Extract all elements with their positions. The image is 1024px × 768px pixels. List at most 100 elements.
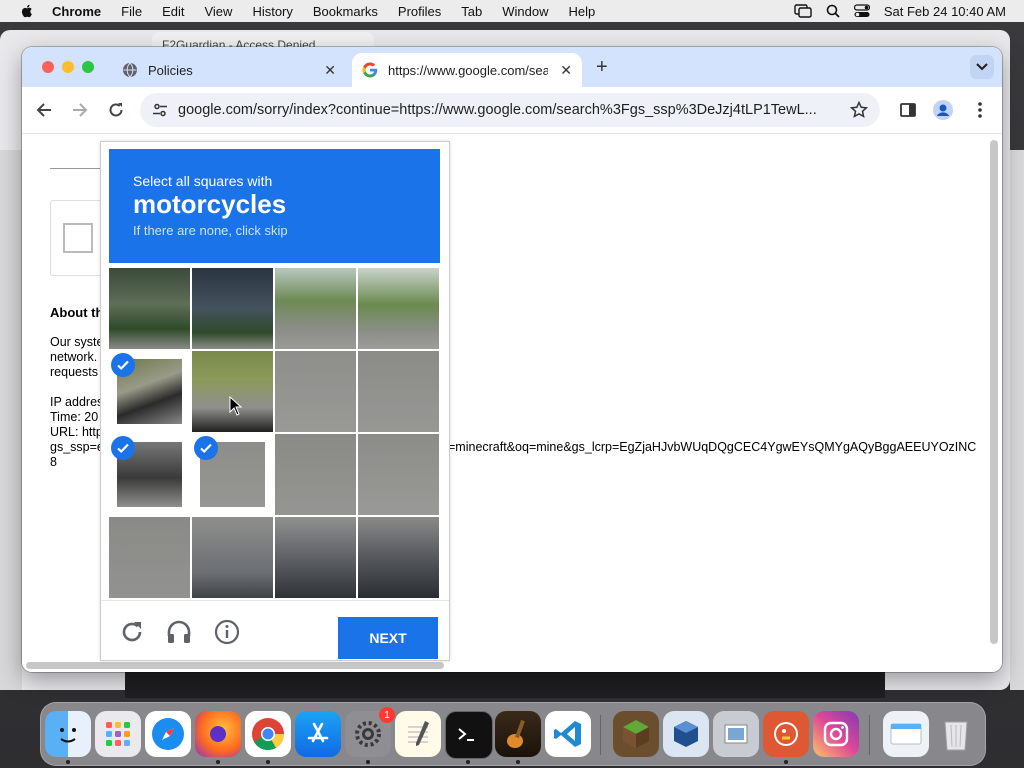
menu-bookmarks[interactable]: Bookmarks: [313, 4, 378, 19]
background-window-scrollbar: [1010, 150, 1024, 690]
horizontal-scrollbar[interactable]: [26, 662, 444, 669]
page-line: Our syste: [50, 335, 104, 349]
tab-search-button[interactable]: [970, 55, 994, 79]
instruction-text: Select all squares with: [133, 173, 273, 189]
google-icon: [362, 62, 378, 78]
back-button[interactable]: [34, 100, 54, 120]
web-page: About th Our syste network. requests IP …: [22, 134, 1002, 672]
instagram-icon[interactable]: [813, 711, 859, 757]
virtualbox-icon[interactable]: [663, 711, 709, 757]
minecraft-icon[interactable]: [613, 711, 659, 757]
textedit-icon[interactable]: [395, 711, 441, 757]
chrome-app-icon[interactable]: [245, 711, 291, 757]
menu-file[interactable]: File: [121, 4, 142, 19]
launchpad-icon[interactable]: [95, 711, 141, 757]
system-settings-icon[interactable]: 1: [345, 707, 395, 757]
about-heading: About th: [50, 305, 104, 320]
bookmark-star-icon[interactable]: [850, 101, 868, 119]
finder-icon[interactable]: [45, 711, 91, 757]
zoom-window-button[interactable]: [82, 61, 94, 73]
menu-view[interactable]: View: [204, 4, 232, 19]
image-tile[interactable]: [358, 351, 439, 432]
running-indicator: [516, 760, 520, 764]
address-bar[interactable]: google.com/sorry/index?continue=https://…: [140, 93, 880, 127]
close-window-button[interactable]: [42, 61, 54, 73]
skip-hint: If there are none, click skip: [133, 223, 288, 238]
image-tile[interactable]: [358, 268, 439, 349]
close-tab-icon[interactable]: ✕: [560, 62, 572, 79]
reload-button[interactable]: [106, 100, 126, 120]
menu-profiles[interactable]: Profiles: [398, 4, 441, 19]
tile-image: [109, 517, 190, 598]
checkmark-icon: [194, 436, 218, 460]
reload-icon[interactable]: [119, 619, 145, 645]
profile-button[interactable]: [933, 100, 953, 120]
screen-mirroring-icon[interactable]: [794, 4, 812, 18]
running-indicator: [66, 760, 70, 764]
image-tile[interactable]: [192, 434, 273, 515]
next-button[interactable]: NEXT: [338, 617, 438, 659]
menu-edit[interactable]: Edit: [162, 4, 184, 19]
image-tile[interactable]: [275, 434, 356, 515]
image-tile[interactable]: [109, 517, 190, 598]
image-tile[interactable]: [192, 351, 273, 432]
downloads-icon[interactable]: [883, 711, 929, 757]
more-vert-icon: [978, 102, 982, 118]
close-tab-icon[interactable]: ✕: [324, 62, 336, 79]
new-tab-button[interactable]: +: [596, 57, 608, 77]
headphones-icon[interactable]: [166, 619, 192, 645]
chevron-down-icon: [976, 63, 988, 71]
terminal-icon[interactable]: [445, 711, 493, 759]
menu-help[interactable]: Help: [569, 4, 596, 19]
garageband-icon[interactable]: [495, 711, 541, 757]
control-center-icon[interactable]: [853, 4, 870, 18]
spotlight-search-icon[interactable]: [826, 4, 840, 18]
image-tile[interactable]: [275, 268, 356, 349]
vertical-scrollbar[interactable]: [990, 140, 998, 644]
menu-bar-clock[interactable]: Sat Feb 24 10:40 AM: [884, 4, 1006, 19]
minimize-window-button[interactable]: [62, 61, 74, 73]
image-tile[interactable]: [109, 434, 190, 515]
duckduckgo-icon[interactable]: [763, 711, 809, 757]
image-tile[interactable]: [109, 268, 190, 349]
menu-history[interactable]: History: [252, 4, 292, 19]
arrow-right-icon: [73, 103, 88, 117]
forward-button[interactable]: [70, 100, 90, 120]
tab-policies[interactable]: Policies ✕: [112, 53, 346, 87]
menu-app-name[interactable]: Chrome: [52, 4, 101, 19]
tab-strip: Policies ✕ https://www.google.com/sear ✕…: [22, 47, 1002, 87]
menu-window[interactable]: Window: [502, 4, 548, 19]
site-settings-icon[interactable]: [152, 102, 168, 118]
vscode-icon[interactable]: [545, 711, 591, 757]
apple-icon[interactable]: [20, 4, 34, 18]
image-tile[interactable]: [109, 351, 190, 432]
challenge-header: Select all squares with motorcycles If t…: [109, 149, 440, 263]
preview-icon[interactable]: [713, 711, 759, 757]
menu-bar: Chrome File Edit View History Bookmarks …: [0, 0, 1024, 22]
app-store-icon[interactable]: [295, 711, 341, 757]
tab-google[interactable]: https://www.google.com/sear ✕: [352, 53, 582, 87]
info-icon[interactable]: [214, 619, 240, 645]
page-line: network.: [50, 350, 98, 364]
chrome-menu-button[interactable]: [970, 100, 990, 120]
firefox-icon[interactable]: [195, 711, 241, 757]
menu-tab[interactable]: Tab: [461, 4, 482, 19]
notification-badge: 1: [379, 707, 395, 723]
image-tile[interactable]: [358, 517, 439, 598]
trash-icon[interactable]: [933, 711, 979, 757]
side-panel-icon: [900, 103, 916, 117]
checkmark-icon: [111, 436, 135, 460]
image-tile[interactable]: [192, 268, 273, 349]
recaptcha-checkbox[interactable]: [63, 223, 93, 253]
image-tile[interactable]: [275, 517, 356, 598]
tile-image: [275, 517, 356, 598]
mouse-cursor-icon: [229, 396, 243, 416]
side-panel-button[interactable]: [898, 100, 918, 120]
image-tile[interactable]: [275, 351, 356, 432]
image-tile[interactable]: [192, 517, 273, 598]
tile-image: [358, 517, 439, 598]
image-tile[interactable]: [358, 434, 439, 515]
checkmark-icon: [111, 353, 135, 377]
safari-icon[interactable]: [145, 711, 191, 757]
tab-title: https://www.google.com/sear: [388, 62, 548, 78]
